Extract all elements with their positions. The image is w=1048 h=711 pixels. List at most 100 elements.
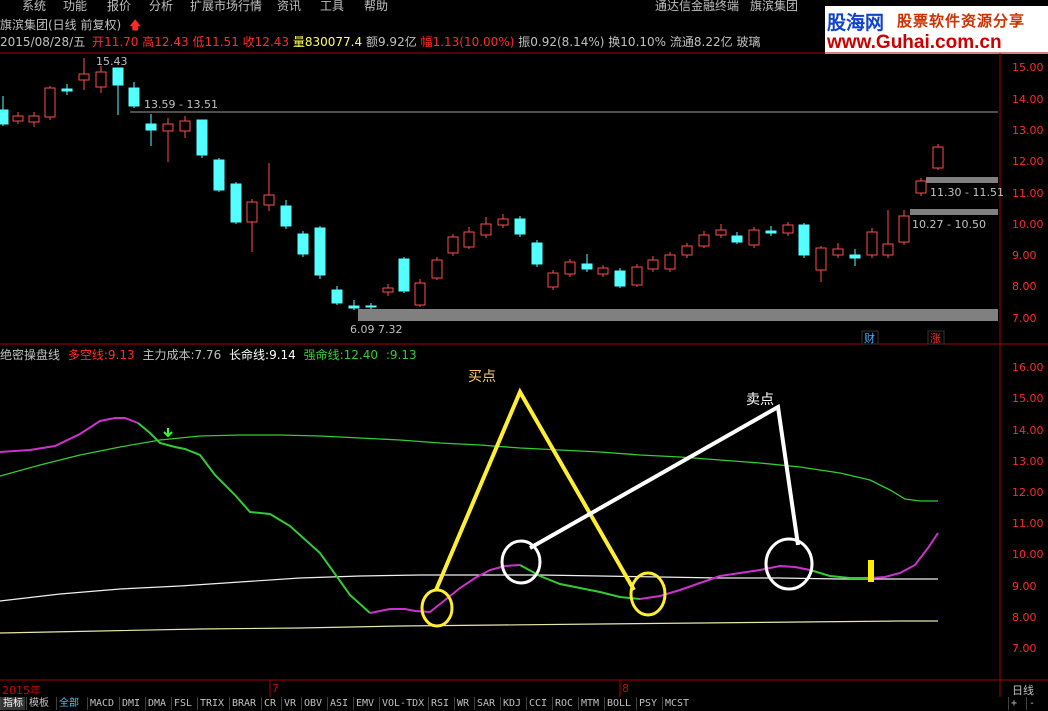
candle-body — [44, 87, 56, 118]
candle-body — [932, 146, 944, 169]
tab-indicator[interactable]: 指标 — [0, 697, 25, 710]
tab-all[interactable]: 全部 — [56, 697, 81, 710]
tab-trix[interactable]: TRIX — [197, 697, 226, 710]
period-label[interactable]: 日线 — [1012, 682, 1034, 698]
candlestick — [463, 227, 475, 249]
candle-body — [162, 123, 174, 132]
candle-body — [514, 218, 526, 235]
zoom-in-button[interactable]: + — [1008, 697, 1019, 710]
candlestick — [932, 144, 944, 170]
tab-roc[interactable]: ROC — [552, 697, 575, 710]
tab-sar[interactable]: SAR — [474, 697, 497, 710]
candle-body — [348, 305, 360, 309]
tab-boll[interactable]: BOLL — [604, 697, 633, 710]
candlestick — [331, 286, 343, 305]
base-line — [0, 620, 938, 634]
y-tick-label: 7.00 — [1012, 312, 1037, 325]
candlestick — [95, 66, 107, 93]
tab-cci[interactable]: CCI — [526, 697, 549, 710]
candlestick — [731, 232, 743, 244]
tab-kdj[interactable]: KDJ — [500, 697, 523, 710]
bull-bear-line-green — [137, 422, 371, 614]
tab-asi[interactable]: ASI — [327, 697, 350, 710]
tab-template[interactable]: 模板 — [26, 697, 51, 710]
buy-circle — [629, 571, 667, 617]
tab-obv[interactable]: OBV — [301, 697, 324, 710]
candlestick — [12, 112, 24, 124]
y-tick-label: 13.00 — [1012, 455, 1044, 468]
y-tick-label: 9.00 — [1012, 580, 1037, 593]
candle-body — [664, 254, 676, 270]
candle-body — [447, 236, 459, 254]
y-tick-label: 7.00 — [1012, 642, 1037, 655]
y-tick-label: 14.00 — [1012, 93, 1044, 106]
candle-body — [414, 282, 426, 306]
tab-brar[interactable]: BRAR — [229, 697, 258, 710]
candlestick — [431, 257, 443, 280]
candlestick — [581, 254, 593, 272]
candlestick — [398, 257, 410, 293]
candle-body — [614, 270, 626, 287]
tab-rsi[interactable]: RSI — [428, 697, 451, 710]
candlestick — [297, 231, 309, 257]
candlestick — [128, 82, 140, 108]
candlestick — [815, 246, 827, 282]
tab-vr[interactable]: VR — [281, 697, 298, 710]
candle-body — [145, 123, 157, 131]
candlestick — [497, 214, 509, 228]
candle-body — [748, 229, 760, 246]
candlestick — [365, 303, 377, 309]
candle-body — [28, 115, 40, 123]
long-life-line — [0, 434, 938, 502]
tab-emv[interactable]: EMV — [353, 697, 376, 710]
candle-body — [297, 233, 309, 255]
tab-psy[interactable]: PSY — [636, 697, 659, 710]
candle-body — [263, 194, 275, 206]
time-axis: 2015年 7 8 — [0, 682, 1000, 697]
candle-body — [112, 67, 124, 86]
candle-body — [196, 119, 208, 156]
resistance-zone-lower — [910, 209, 998, 215]
candlestick — [564, 259, 576, 277]
tab-fsl[interactable]: FSL — [171, 697, 194, 710]
candlestick — [915, 178, 927, 196]
down-arrow-icon — [163, 428, 173, 438]
candlestick — [145, 114, 157, 146]
candlestick — [882, 210, 894, 258]
candle-body — [581, 263, 593, 270]
zoom-out-button[interactable]: - — [1026, 697, 1037, 710]
tab-vol-tdx[interactable]: VOL-TDX — [379, 697, 426, 710]
candle-body — [547, 272, 559, 288]
candle-body — [731, 235, 743, 243]
candle-body — [463, 231, 475, 248]
time-label: 8 — [622, 682, 629, 695]
candlestick — [112, 67, 124, 115]
candle-body — [480, 223, 492, 236]
bull-bear-line-purple — [869, 532, 939, 579]
chart-canvas[interactable]: 15.00 14.00 13.00 12.00 11.00 10.00 9.00… — [0, 0, 1048, 697]
tab-mtm[interactable]: MTM — [578, 697, 601, 710]
tab-wr[interactable]: WR — [454, 697, 471, 710]
y-tick-label: 12.00 — [1012, 486, 1044, 499]
finance-badge-label: 财 — [864, 331, 875, 345]
tab-dma[interactable]: DMA — [145, 697, 168, 710]
tab-dmi[interactable]: DMI — [119, 697, 142, 710]
indicator-tab-bar: 指标 模板 全部 MACD DMI DMA FSL TRIX BRAR CR V… — [0, 697, 1048, 711]
y-tick-label: 15.00 — [1012, 392, 1044, 405]
tab-cr[interactable]: CR — [261, 697, 278, 710]
buy-point-label: 买点 — [468, 369, 496, 385]
candlestick — [597, 265, 609, 277]
candle-body — [179, 120, 191, 132]
candle-body — [915, 180, 927, 194]
y-tick-label: 16.00 — [1012, 361, 1044, 374]
tab-macd[interactable]: MACD — [87, 697, 116, 710]
candle-body — [631, 266, 643, 286]
candlestick — [531, 240, 543, 267]
support-zone — [358, 309, 998, 321]
candle-body — [898, 215, 910, 243]
candlestick — [748, 227, 760, 248]
tab-mcst[interactable]: MCST — [662, 697, 691, 710]
y-tick-label: 12.00 — [1012, 155, 1044, 168]
candle-body — [798, 224, 810, 256]
candle-body — [280, 205, 292, 227]
